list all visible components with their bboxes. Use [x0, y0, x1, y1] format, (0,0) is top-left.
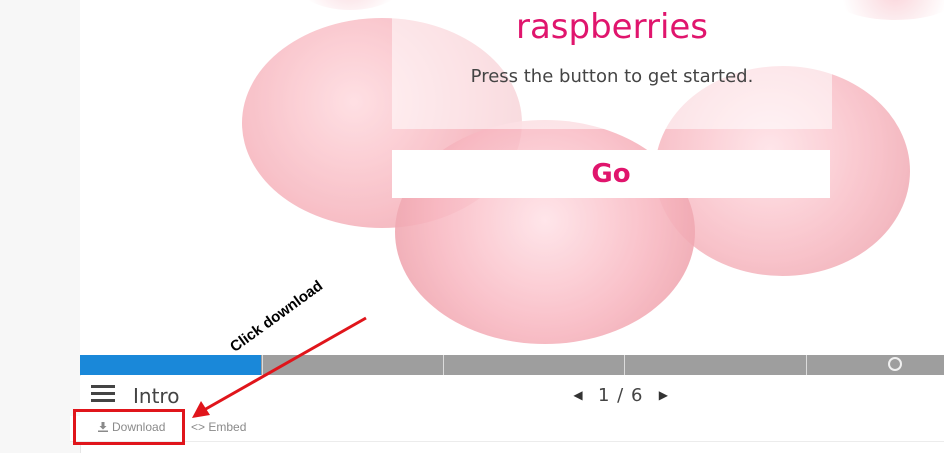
- progress-handle-icon[interactable]: [888, 357, 902, 371]
- next-slide-icon[interactable]: ▶: [655, 388, 671, 402]
- progress-divider: [624, 355, 625, 375]
- download-highlight-box: [73, 409, 185, 445]
- progress-bar[interactable]: [80, 355, 944, 375]
- slide-pager: ◀ 1 / 6 ▶: [570, 384, 671, 406]
- slide-subtitle: Press the button to get started.: [470, 66, 754, 87]
- embed-link[interactable]: <> Embed: [191, 420, 246, 434]
- progress-fill: [80, 355, 262, 375]
- left-margin: [0, 0, 81, 453]
- hamburger-menu-icon[interactable]: [91, 385, 115, 403]
- section-title: Intro: [133, 384, 180, 408]
- intro-card: raspberries Press the button to get star…: [392, 0, 832, 129]
- slide-title: raspberries: [515, 7, 709, 47]
- footer-bar: Download <> Embed: [70, 416, 944, 442]
- slide-counter: 1 / 6: [598, 384, 644, 406]
- progress-divider: [443, 355, 444, 375]
- navigation-bar: Intro ◀ 1 / 6 ▶: [80, 376, 944, 417]
- slide-stage: raspberries Press the button to get star…: [80, 0, 944, 356]
- go-button[interactable]: Go: [392, 150, 830, 198]
- progress-divider: [262, 355, 263, 375]
- progress-divider: [806, 355, 807, 375]
- previous-slide-icon[interactable]: ◀: [570, 388, 586, 402]
- embed-label: <> Embed: [191, 420, 247, 434]
